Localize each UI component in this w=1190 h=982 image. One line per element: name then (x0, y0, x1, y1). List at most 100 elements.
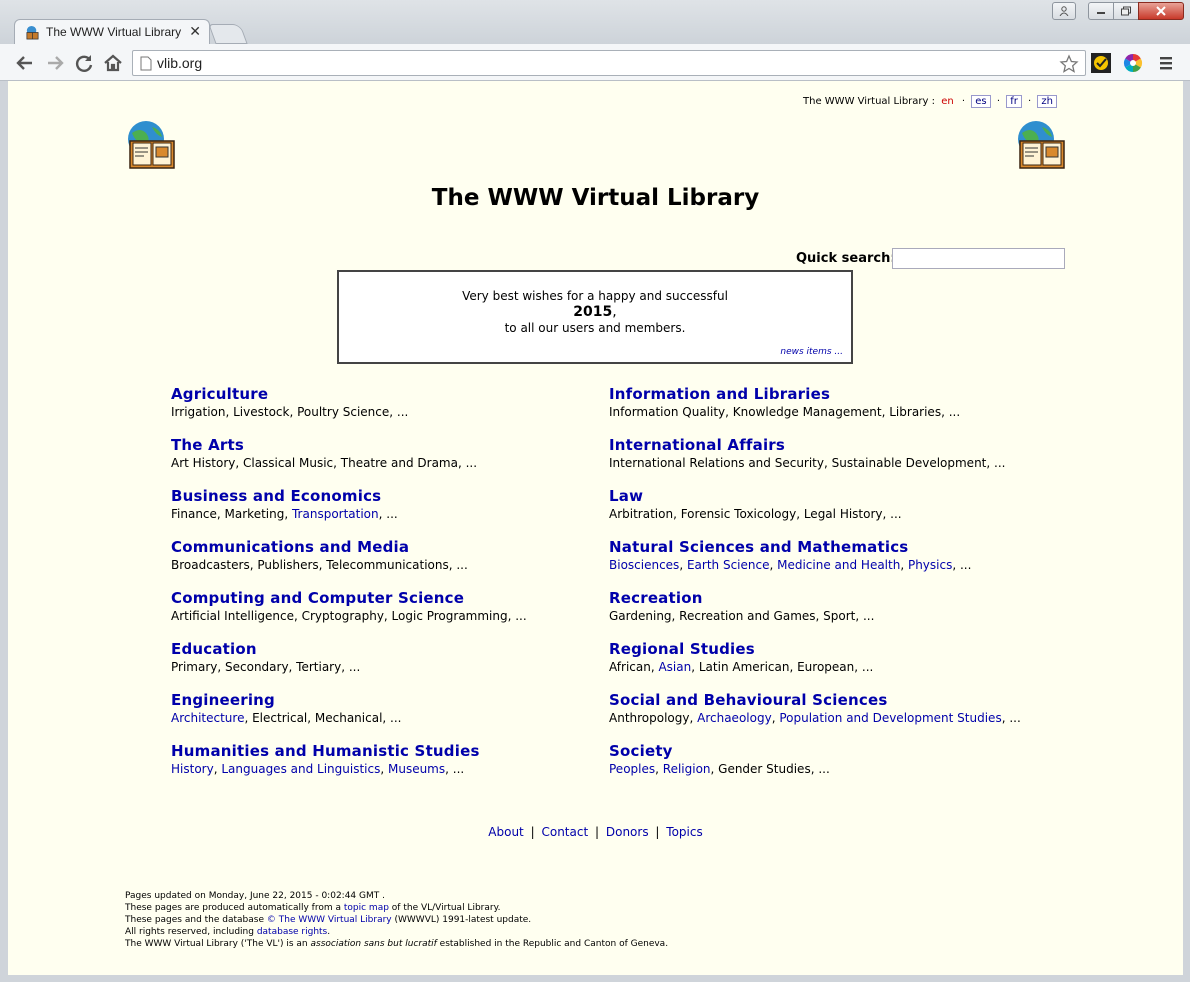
quick-search-input[interactable] (892, 248, 1065, 269)
subtopic-link[interactable]: Asian (658, 660, 691, 674)
footer-text: of the VL/Virtual Library. (388, 903, 501, 913)
category-title-link[interactable]: Regional Studies (609, 640, 1029, 658)
category-block: International Affairs International Relat… (609, 436, 1029, 470)
user-profile-button[interactable] (1052, 2, 1076, 20)
category-subtopics: Arbitration, Forensic Toxicology, Legal … (609, 507, 1029, 521)
color-picker-extension-icon[interactable] (1123, 53, 1143, 73)
subtopic-link[interactable]: Museums (388, 762, 445, 776)
language-current-en: en (941, 96, 954, 107)
language-link-fr[interactable]: fr (1006, 95, 1022, 108)
category-title-link[interactable]: Information and Libraries (609, 385, 1029, 403)
subtopic-text: Art History, Classical Music, Theatre an… (171, 456, 478, 470)
footer-text: These pages are produced automatically f… (125, 903, 344, 913)
category-title-link[interactable]: Law (609, 487, 1029, 505)
copyright-link[interactable]: © The WWW Virtual Library (267, 915, 392, 925)
home-icon[interactable] (102, 52, 124, 74)
subtopic-link[interactable]: Transportation (292, 507, 379, 521)
vlib-logo-right[interactable] (1014, 119, 1066, 171)
page-icon (140, 56, 152, 71)
subtopic-link[interactable]: Medicine and Health (777, 558, 900, 572)
category-title-link[interactable]: Natural Sciences and Mathematics (609, 538, 1029, 556)
category-title-link[interactable]: Recreation (609, 589, 1029, 607)
subtopic-text: International Relations and Security, Su… (609, 456, 1006, 470)
category-block: Computing and Computer Science Artificial… (171, 589, 591, 623)
footer-separator: | (655, 825, 660, 839)
category-title-link[interactable]: Communications and Media (171, 538, 591, 556)
norton-extension-icon[interactable] (1091, 53, 1111, 73)
subtopic-text: Broadcasters, Publishers, Telecommunicat… (171, 558, 468, 572)
category-title-link[interactable]: Society (609, 742, 1029, 760)
category-title-link[interactable]: Education (171, 640, 591, 658)
category-subtopics: African, Asian, Latin American, European… (609, 660, 1029, 674)
footer-link-donors[interactable]: Donors (606, 825, 649, 839)
news-items-link[interactable]: news items ... (780, 347, 843, 357)
category-title-link[interactable]: The Arts (171, 436, 591, 454)
quick-search-label: Quick search: (796, 251, 896, 266)
category-title-link[interactable]: Computing and Computer Science (171, 589, 591, 607)
category-block: Humanities and Humanistic Studies History… (171, 742, 591, 776)
subtopic-link[interactable]: Peoples (609, 762, 655, 776)
hamburger-menu-icon[interactable] (1156, 53, 1176, 73)
vlib-logo-left[interactable] (124, 119, 176, 171)
footer-link-contact[interactable]: Contact (541, 825, 588, 839)
language-link-zh[interactable]: zh (1037, 95, 1057, 108)
footer-text: . (327, 927, 331, 937)
subtopic-link[interactable]: Religion (663, 762, 711, 776)
reload-icon[interactable] (73, 52, 95, 74)
minimize-button[interactable] (1088, 2, 1114, 20)
maximize-button[interactable] (1113, 2, 1139, 20)
category-subtopics: Anthropology, Archaeology, Population an… (609, 711, 1029, 725)
subtopic-text: , (769, 558, 778, 572)
address-bar[interactable]: vlib.org (132, 50, 1086, 76)
category-block: Natural Sciences and Mathematics Bioscien… (609, 538, 1029, 572)
subtopic-link[interactable]: Archaeology (697, 711, 772, 725)
category-title-link[interactable]: Social and Behavioural Sciences (609, 691, 1029, 709)
footer-text: These pages and the database (125, 915, 267, 925)
category-block: Social and Behavioural Sciences Anthropol… (609, 691, 1029, 725)
subtopic-link[interactable]: Physics (908, 558, 952, 572)
subtopic-link[interactable]: History (171, 762, 214, 776)
footer-topic-map-line: These pages are produced automatically f… (125, 902, 668, 914)
news-year: 2015 (573, 304, 613, 320)
category-title-link[interactable]: International Affairs (609, 436, 1029, 454)
subtopic-link[interactable]: Earth Science (687, 558, 770, 572)
forward-arrow-icon[interactable] (44, 52, 66, 74)
database-rights-link[interactable]: database rights (257, 927, 327, 937)
new-tab-button[interactable] (208, 24, 248, 44)
category-title-link[interactable]: Engineering (171, 691, 591, 709)
category-title-link[interactable]: Humanities and Humanistic Studies (171, 742, 591, 760)
subtopic-link[interactable]: Languages and Linguistics (221, 762, 380, 776)
category-subtopics: Peoples, Religion, Gender Studies, ... (609, 762, 1029, 776)
news-comma: , (612, 304, 617, 320)
library-favicon-icon (26, 25, 39, 40)
back-arrow-icon[interactable] (14, 52, 36, 74)
subtopic-link[interactable]: Population and Development Studies (779, 711, 1001, 725)
language-label: The WWW Virtual Library : (803, 96, 936, 107)
category-title-link[interactable]: Agriculture (171, 385, 591, 403)
close-button[interactable] (1138, 2, 1184, 20)
category-title-link[interactable]: Business and Economics (171, 487, 591, 505)
subtopic-text: Finance, Marketing, (171, 507, 292, 521)
minimize-icon (1097, 12, 1105, 14)
subtopic-link[interactable]: Architecture (171, 711, 244, 725)
subtopic-text: , ... (952, 558, 972, 572)
subtopic-text: , (380, 762, 388, 776)
footer-link-topics[interactable]: Topics (666, 825, 702, 839)
category-subtopics: Gardening, Recreation and Games, Sport, … (609, 609, 1029, 623)
topic-map-link[interactable]: topic map (344, 903, 389, 913)
tab-close-icon[interactable]: ✕ (189, 23, 201, 40)
subtopic-link[interactable]: Biosciences (609, 558, 679, 572)
footer-link-about[interactable]: About (488, 825, 523, 839)
url-text[interactable]: vlib.org (157, 55, 202, 71)
language-link-es[interactable]: es (971, 95, 991, 108)
subtopic-text: Artificial Intelligence, Cryptography, L… (171, 609, 527, 623)
category-block: Education Primary, Secondary, Tertiary, .… (171, 640, 591, 674)
user-icon (1059, 6, 1069, 16)
footer-rights-line: All rights reserved, including database … (125, 926, 668, 938)
category-block: Agriculture Irrigation, Livestock, Poultr… (171, 385, 591, 419)
subtopic-text: , (655, 762, 663, 776)
tab-active[interactable]: The WWW Virtual Library ✕ (14, 19, 210, 45)
language-separator: · (996, 96, 1001, 107)
bookmark-star-icon[interactable] (1059, 54, 1079, 74)
subtopic-text: , Electrical, Mechanical, ... (244, 711, 402, 725)
